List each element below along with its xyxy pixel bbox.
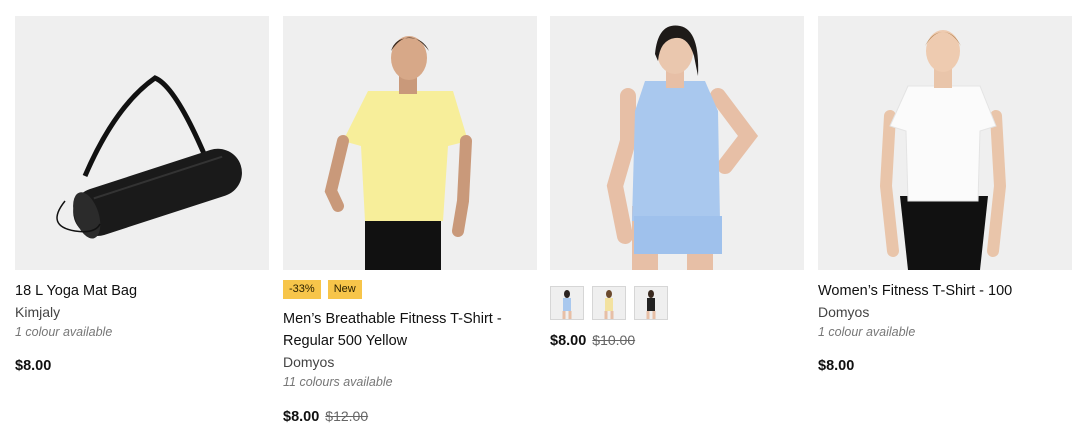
product-card[interactable]: 18 L Yoga Mat Bag Kimjaly 1 colour avail… [15, 16, 269, 374]
yellow-swatch-thumbnail [604, 290, 614, 319]
price: $8.00 [15, 358, 269, 374]
yellow-tshirt-model-image [324, 36, 472, 270]
colours-available: 11 colours available [283, 375, 393, 389]
product-brand: Kimjaly [15, 304, 61, 320]
colours-available: 1 colour available [818, 325, 916, 339]
black-swatch-thumbnail [646, 290, 656, 319]
price: $8.00 [818, 358, 1072, 374]
colour-swatches [550, 286, 804, 320]
old-price: $12.00 [325, 408, 369, 424]
blue-tank-model-image [606, 25, 759, 270]
product-card[interactable]: $8.00 $10.00 [550, 16, 804, 349]
product-title[interactable]: Men’s Breathable Fitness T-Shirt - Regul… [283, 308, 537, 352]
colour-swatch[interactable] [634, 286, 668, 320]
price: $8.00 $12.00 [283, 408, 537, 425]
old-price: $10.00 [592, 332, 636, 348]
badges: -33% New [283, 280, 537, 299]
blue-swatch-thumbnail [562, 290, 572, 319]
current-price: $8.00 [818, 358, 855, 374]
product-image[interactable] [15, 16, 269, 270]
product-image[interactable] [818, 16, 1072, 270]
product-grid: 18 L Yoga Mat Bag Kimjaly 1 colour avail… [0, 0, 1080, 446]
product-title[interactable]: 18 L Yoga Mat Bag [15, 280, 269, 302]
product-title[interactable]: Women’s Fitness T-Shirt - 100 [818, 280, 1072, 302]
current-price: $8.00 [283, 409, 320, 425]
discount-badge: -33% [283, 280, 321, 299]
colours-available: 1 colour available [15, 325, 113, 339]
white-tshirt-model-image [879, 30, 1007, 270]
new-badge: New [327, 280, 362, 299]
product-image[interactable] [550, 16, 804, 270]
colour-swatch[interactable] [592, 286, 626, 320]
yoga-bag-image [56, 75, 242, 239]
product-card[interactable]: Women’s Fitness T-Shirt - 100 Domyos 1 c… [818, 16, 1072, 374]
product-image[interactable] [283, 16, 537, 270]
product-brand: Domyos [818, 304, 870, 320]
current-price: $8.00 [15, 358, 52, 374]
current-price: $8.00 [550, 333, 587, 349]
product-brand: Domyos [283, 354, 335, 370]
product-card[interactable]: -33% New Men’s Breathable Fitness T-Shir… [283, 16, 537, 425]
colour-swatch[interactable] [550, 286, 584, 320]
price: $8.00 $10.00 [550, 332, 804, 349]
